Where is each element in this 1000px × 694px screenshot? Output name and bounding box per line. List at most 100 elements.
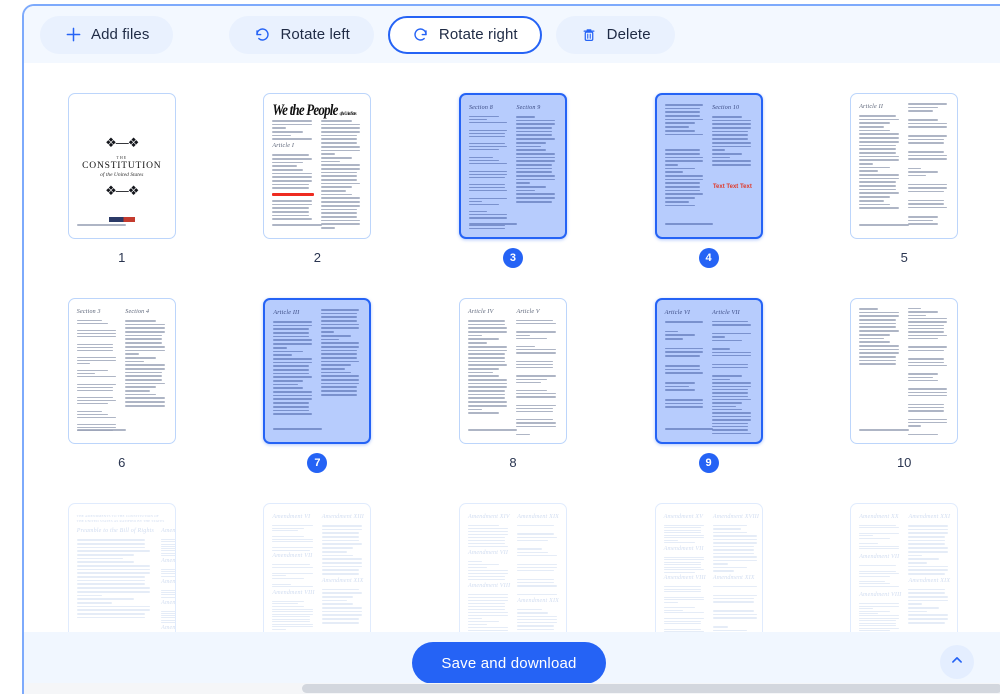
text-line	[517, 629, 554, 630]
text-line	[859, 363, 896, 365]
text-line	[272, 619, 309, 620]
ornament-icon: ❖—❖	[105, 184, 138, 197]
horizontal-scrollbar-thumb[interactable]	[302, 684, 1000, 693]
page-thumbnail[interactable]: Article VIArticle VII	[655, 298, 763, 444]
text-line	[322, 543, 362, 545]
page-thumbnail[interactable]: Section 8Section 9	[459, 93, 567, 239]
page-thumbnail[interactable]	[850, 298, 958, 444]
text-line	[665, 382, 695, 384]
text-line	[712, 402, 742, 403]
text-line	[713, 546, 754, 547]
text-line	[665, 168, 695, 170]
page-number-label: 2	[314, 248, 321, 268]
text-line	[859, 163, 873, 165]
page-content	[851, 299, 957, 443]
text-line	[665, 190, 701, 192]
text-line	[77, 606, 150, 608]
page-thumbnail[interactable]: ❖—❖THECONSTITUTIONof the United States❖—…	[68, 93, 176, 239]
text-line	[272, 601, 303, 602]
text-line	[125, 338, 162, 340]
text-line	[125, 390, 150, 392]
text-line	[516, 138, 554, 140]
horizontal-scrollbar[interactable]	[24, 683, 1000, 694]
text-line	[712, 157, 730, 159]
text-line	[517, 585, 557, 586]
flag-emblem	[109, 217, 135, 222]
page-thumbnail[interactable]: Amendment XVAmendment VIIAmendment VIIIA…	[655, 503, 763, 638]
text-line	[908, 547, 948, 549]
text-line	[908, 216, 939, 218]
text-line	[712, 321, 748, 322]
text-line	[859, 360, 896, 362]
text-line	[321, 205, 360, 207]
text-line	[468, 603, 505, 604]
text-line	[125, 394, 156, 396]
page-heading: Amendment VIII	[664, 575, 706, 581]
page-thumbnail[interactable]: Amendment XIVAmendment VIIAmendment VIII…	[459, 503, 567, 638]
text-line	[322, 600, 347, 602]
text-line	[77, 587, 150, 589]
text-line	[468, 567, 487, 568]
page-cell: Article II5	[806, 93, 1000, 268]
text-line	[321, 146, 360, 148]
text-line	[665, 186, 701, 188]
text-line	[517, 616, 557, 617]
delete-button[interactable]: Delete	[556, 16, 675, 54]
page-number-label: 7	[307, 453, 327, 473]
text-line	[859, 122, 890, 124]
text-line	[908, 532, 948, 534]
page-thumbnail[interactable]: Article IVArticle V	[459, 298, 567, 444]
page-thumbnail[interactable]: Section 10Text Text Text	[655, 93, 763, 239]
rotate-left-button[interactable]: Rotate left	[229, 16, 373, 54]
page-heading: Amendment VII	[468, 550, 510, 556]
page-thumbnail[interactable]: Amendment VIAmendment VIIAmendment VIIIA…	[263, 503, 371, 638]
text-line	[77, 602, 112, 604]
text-line	[859, 174, 898, 176]
text-line	[468, 561, 482, 562]
scroll-to-top-button[interactable]	[940, 645, 974, 679]
text-line	[517, 552, 548, 553]
rotate-left-icon	[253, 26, 271, 44]
page-thumbnail[interactable]: Section 3Section 4	[68, 298, 176, 444]
text-line	[516, 182, 529, 184]
text-line	[321, 394, 357, 396]
text-line	[321, 194, 352, 196]
pages-scroll-area[interactable]: ❖—❖THECONSTITUTIONof the United States❖—…	[24, 63, 1000, 638]
rotate-right-button[interactable]: Rotate right	[388, 16, 542, 54]
ornament-icon: ❖—❖	[105, 136, 138, 149]
text-line	[469, 190, 507, 191]
rotate-left-label: Rotate left	[280, 27, 349, 42]
text-line	[908, 107, 939, 109]
text-line	[321, 379, 359, 381]
text-line	[908, 573, 945, 575]
text-line	[321, 168, 360, 170]
text-line	[712, 131, 748, 133]
page-thumbnail[interactable]: Article II	[850, 93, 958, 239]
text-line	[469, 133, 505, 134]
text-line	[908, 338, 939, 339]
text-line	[468, 331, 507, 333]
save-and-download-button[interactable]: Save and download	[412, 642, 605, 684]
text-line	[516, 134, 552, 136]
text-line	[859, 308, 878, 310]
text-line	[272, 135, 291, 137]
page-thumbnail[interactable]: THE AMENDMENTS TO THE CONSTITUTION OF TH…	[68, 503, 176, 638]
text-line	[859, 326, 896, 328]
text-line	[77, 554, 134, 556]
page-cell: Amendment VIAmendment VIIAmendment VIIIA…	[220, 503, 416, 638]
text-line	[273, 413, 311, 415]
page-thumbnail[interactable]: Amendment XXAmendment VIIAmendment VIIIA…	[850, 503, 958, 638]
page-thumbnail[interactable]: We the Peopleof the United StatesArticle…	[263, 93, 371, 239]
text-line	[712, 336, 725, 337]
text-line	[321, 320, 357, 322]
text-line	[272, 624, 312, 625]
text-line	[713, 525, 747, 526]
add-files-button[interactable]: Add files	[40, 16, 173, 54]
page-thumbnail[interactable]: Article III	[263, 298, 371, 444]
text-line	[908, 175, 927, 177]
text-line	[272, 567, 312, 568]
text-line	[321, 131, 360, 133]
text-line	[713, 598, 754, 599]
text-line	[665, 130, 695, 132]
text-line	[321, 179, 358, 181]
